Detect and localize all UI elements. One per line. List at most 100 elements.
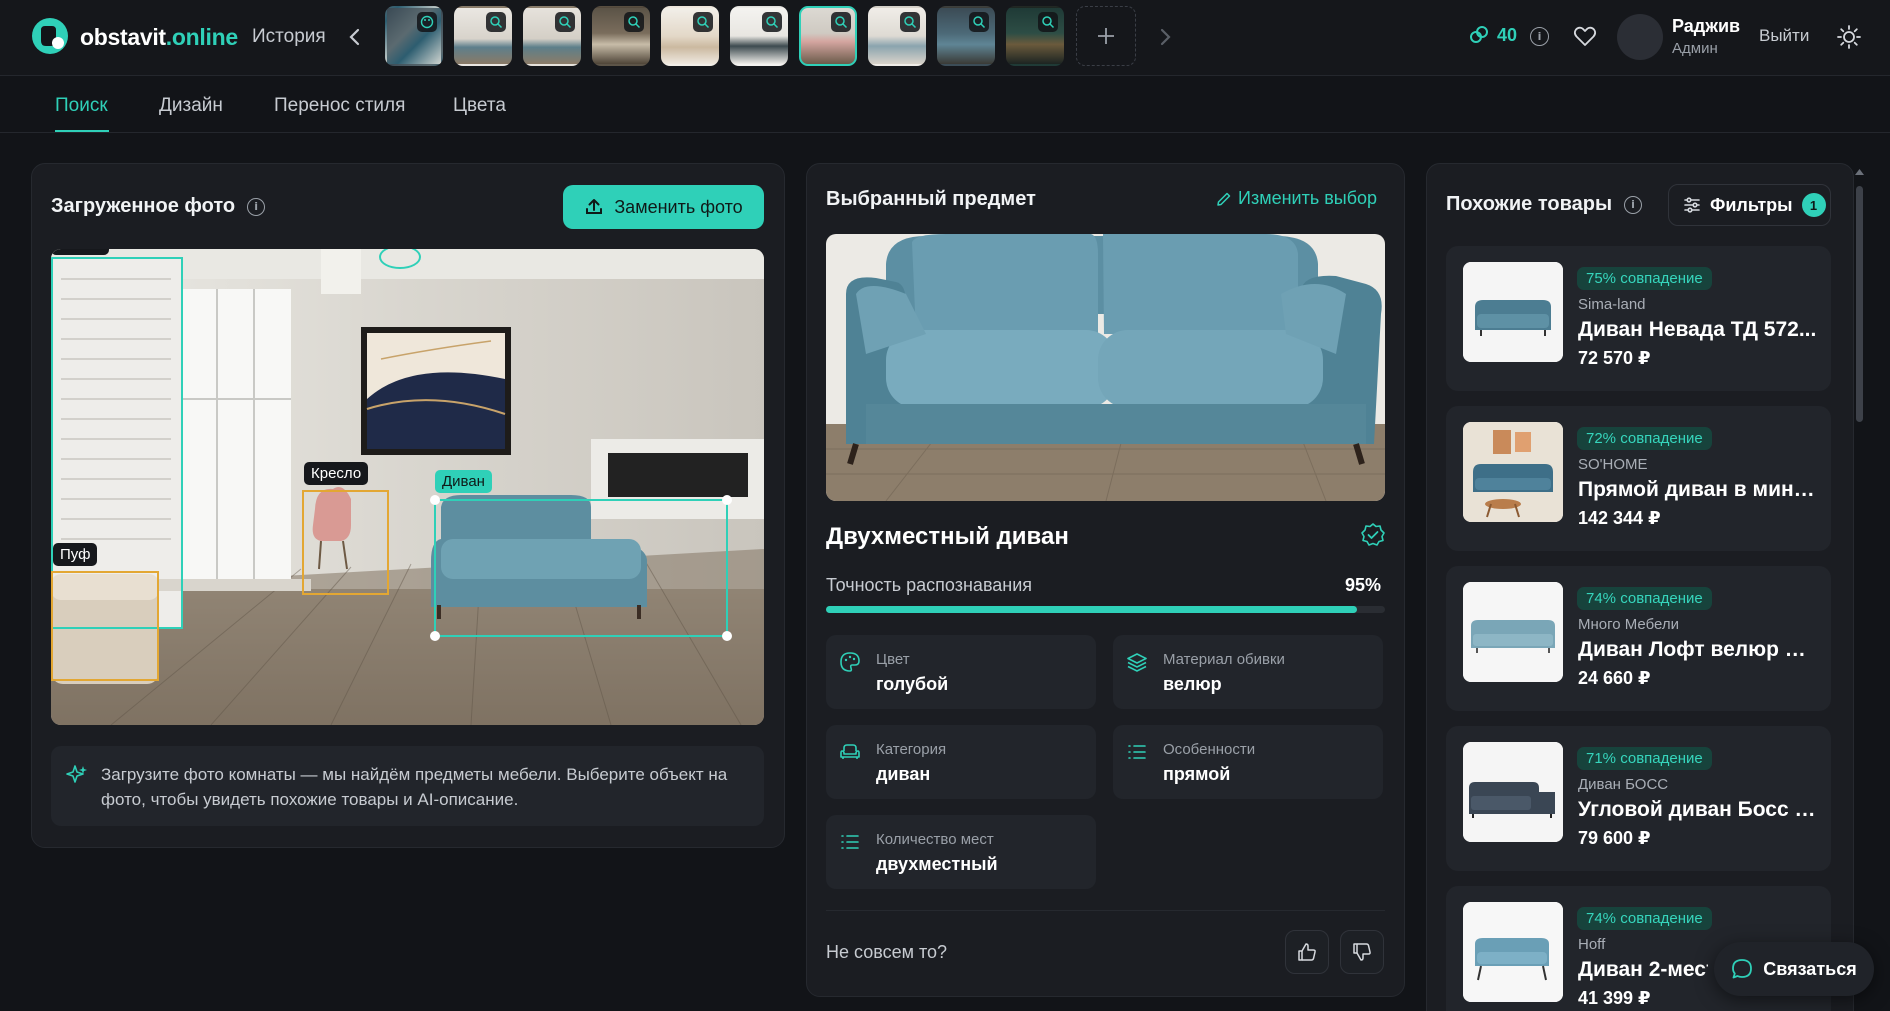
- search-icon: [900, 12, 920, 32]
- info-icon[interactable]: i: [247, 197, 266, 216]
- info-icon[interactable]: i: [1624, 195, 1643, 214]
- match-badge: 74% совпадение: [1577, 587, 1712, 610]
- product-price: 79 600 ₽: [1578, 828, 1651, 848]
- history-thumb[interactable]: [868, 6, 926, 66]
- detection-label-pouf[interactable]: Пуф: [53, 543, 98, 566]
- detection-label-cabinet[interactable]: [51, 249, 109, 255]
- product-image: [1463, 742, 1563, 842]
- filters-button[interactable]: Фильтры 1: [1668, 184, 1831, 226]
- brand-name-part2: .online: [165, 24, 238, 50]
- palette-icon: [417, 12, 437, 32]
- tab-colors[interactable]: Цвета: [453, 95, 506, 117]
- search-icon: [969, 12, 989, 32]
- brand-name[interactable]: obstavit.online: [80, 24, 238, 51]
- sliders-icon: [1684, 197, 1700, 213]
- active-tab-indicator: [55, 130, 109, 132]
- logo-icon[interactable]: [30, 16, 70, 56]
- chevron-right-icon: [1160, 28, 1171, 46]
- product-name: Диван 2-местный...: [1578, 958, 1708, 981]
- scroll-up-icon[interactable]: [1855, 168, 1864, 176]
- history-thumb[interactable]: [592, 6, 650, 66]
- logout-button[interactable]: Выйти: [1759, 26, 1809, 46]
- resize-handle[interactable]: [722, 495, 732, 505]
- room-photo[interactable]: Кресло Пуф Диван: [51, 249, 764, 725]
- shop-name: Диван БОСС: [1578, 776, 1669, 793]
- sun-icon: [1837, 25, 1861, 49]
- history-thumb[interactable]: [937, 6, 995, 66]
- history-prev-button[interactable]: [344, 24, 366, 50]
- product-price: 41 399 ₽: [1578, 988, 1651, 1008]
- detection-box-pouf[interactable]: [51, 571, 159, 681]
- change-selection-link[interactable]: Изменить выбор: [1216, 188, 1377, 209]
- thumbs-up-button[interactable]: [1285, 930, 1329, 974]
- attribute-card-category: Категория диван: [826, 725, 1096, 799]
- products-scrollbar[interactable]: [1853, 164, 1865, 1011]
- uploaded-photo-title: Загруженное фото: [51, 195, 236, 217]
- attribute-label: Цвет: [876, 651, 910, 668]
- replace-photo-button[interactable]: Заменить фото: [563, 185, 764, 229]
- detection-label-armchair[interactable]: Кресло: [304, 462, 369, 485]
- tab-search[interactable]: Поиск: [55, 95, 108, 117]
- history-next-button[interactable]: [1154, 24, 1176, 50]
- credits-counter[interactable]: 40: [1468, 24, 1517, 46]
- product-card[interactable]: 75% совпадение Sima-land Диван Невада ТД…: [1446, 246, 1831, 391]
- add-photo-button[interactable]: [1076, 6, 1136, 66]
- product-price: 24 660 ₽: [1578, 668, 1651, 688]
- theme-toggle-button[interactable]: [1836, 24, 1862, 50]
- contact-button[interactable]: Связаться: [1714, 942, 1874, 996]
- shop-name: Много Мебели: [1578, 616, 1680, 633]
- attribute-card-material: Материал обивки велюр: [1113, 635, 1383, 709]
- product-card[interactable]: 74% совпадение Много Мебели Диван Лофт в…: [1446, 566, 1831, 711]
- history-thumb[interactable]: [661, 6, 719, 66]
- history-thumb[interactable]: [523, 6, 581, 66]
- attribute-label: Материал обивки: [1163, 651, 1285, 668]
- avatar[interactable]: [1617, 14, 1663, 60]
- match-badge: 72% совпадение: [1577, 427, 1712, 450]
- upload-hint-text: Загрузите фото комнаты — мы найдём предм…: [101, 765, 728, 809]
- product-name: Угловой диван Босс П...: [1578, 798, 1818, 821]
- credits-info-icon[interactable]: i: [1530, 27, 1549, 46]
- credits-icon: [1470, 26, 1488, 43]
- palette-icon: [840, 652, 860, 672]
- resize-handle[interactable]: [722, 631, 732, 641]
- history-thumb[interactable]: [385, 6, 443, 66]
- shop-name: SO'HOME: [1578, 456, 1648, 473]
- favorites-button[interactable]: [1573, 25, 1597, 47]
- shop-name: Sima-land: [1578, 296, 1646, 313]
- resize-handle[interactable]: [430, 495, 440, 505]
- search-icon: [624, 12, 644, 32]
- history-thumb[interactable]: [454, 6, 512, 66]
- detection-box-armchair[interactable]: [302, 490, 389, 595]
- history-thumb-active[interactable]: [799, 6, 857, 66]
- tab-style-transfer[interactable]: Перенос стиля: [274, 95, 405, 117]
- product-card[interactable]: 72% совпадение SO'HOME Прямой диван в ми…: [1446, 406, 1831, 551]
- history-thumb[interactable]: [730, 6, 788, 66]
- shop-name: Hoff: [1578, 936, 1606, 953]
- resize-handle[interactable]: [430, 631, 440, 641]
- scrollbar-thumb[interactable]: [1856, 186, 1863, 422]
- thumbs-down-icon: [1353, 943, 1371, 961]
- accuracy-value: 95%: [1345, 575, 1382, 595]
- detection-box-sofa-selected[interactable]: [430, 495, 732, 641]
- upload-hint: Загрузите фото комнаты — мы найдём предм…: [51, 746, 764, 826]
- attribute-value: велюр: [1163, 674, 1222, 694]
- product-image: [1463, 262, 1563, 362]
- history-link[interactable]: История: [252, 26, 326, 48]
- tab-design[interactable]: Дизайн: [159, 95, 223, 117]
- selected-item-photo: [826, 234, 1385, 501]
- upload-icon: [586, 199, 603, 214]
- search-icon: [693, 12, 713, 32]
- thumbs-down-button[interactable]: [1340, 930, 1384, 974]
- detection-label-sofa[interactable]: Диван: [435, 470, 492, 493]
- top-bar: obstavit.online История 40 i Раджив Адми…: [0, 0, 1890, 76]
- contact-label: Связаться: [1763, 958, 1857, 979]
- product-name: Диван Невада ТД 572...: [1578, 318, 1817, 341]
- layers-icon: [1127, 653, 1147, 672]
- chevron-left-icon: [349, 28, 360, 46]
- user-role: Админ: [1672, 40, 1718, 57]
- product-name: Прямой диван в мини...: [1578, 478, 1818, 501]
- sparkles-icon: [66, 765, 87, 783]
- history-thumb[interactable]: [1006, 6, 1064, 66]
- product-card[interactable]: 71% совпадение Диван БОСС Угловой диван …: [1446, 726, 1831, 871]
- feedback-label: Не совсем то?: [826, 942, 948, 962]
